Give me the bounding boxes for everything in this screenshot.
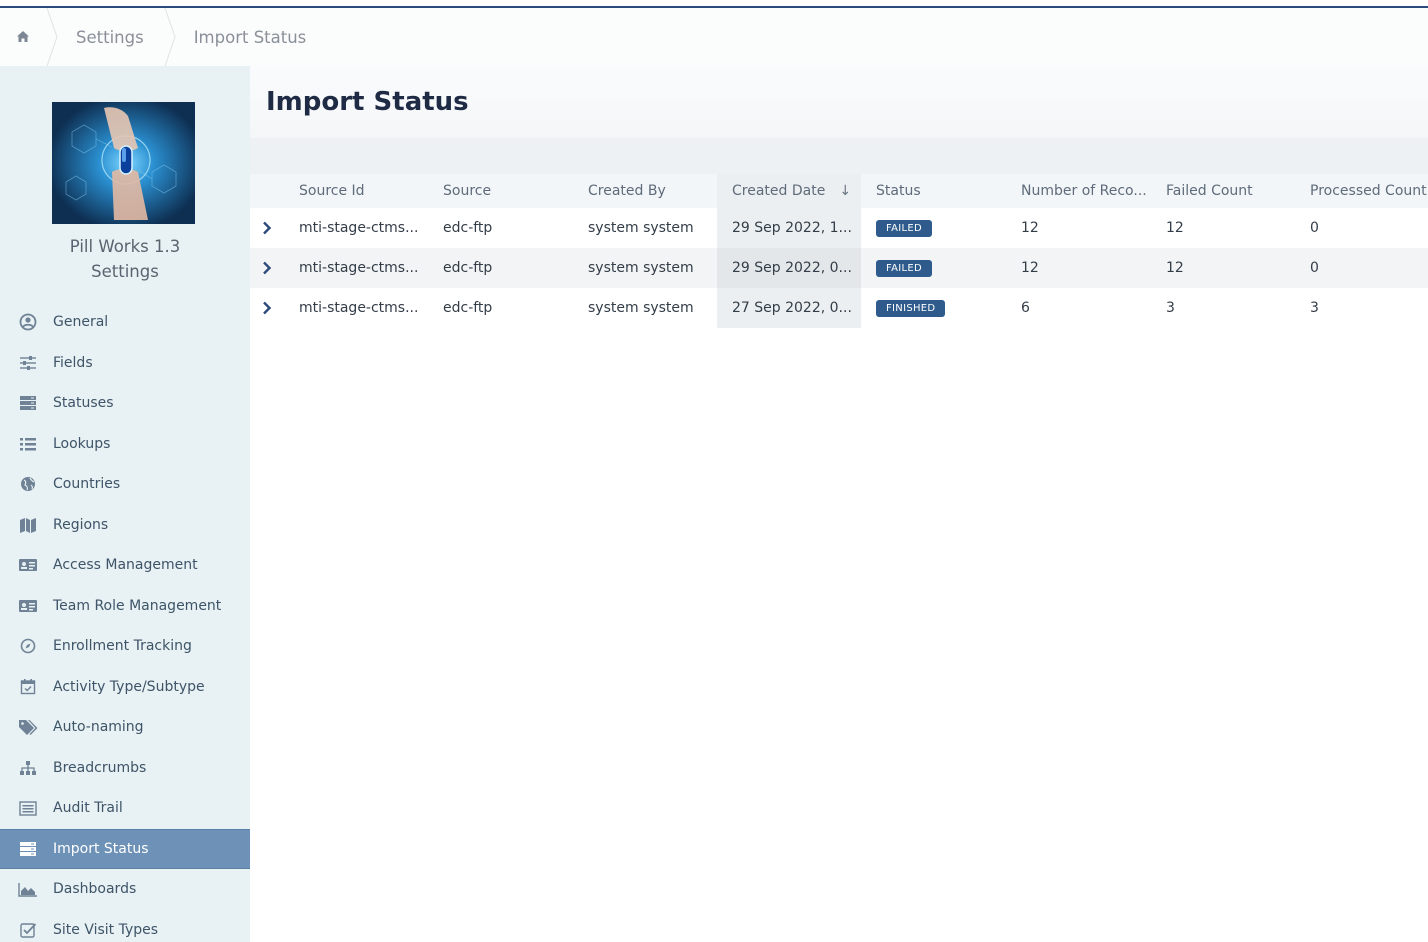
breadcrumb-item-settings[interactable]: Settings <box>58 8 164 66</box>
main-content: Import Status Source Id Source Created B… <box>250 66 1428 942</box>
sidebar-item-audit-trail[interactable]: Audit Trail <box>0 788 250 829</box>
cell-source: edc-ftp <box>443 300 493 316</box>
cell-source-id: mti-stage-ctms... <box>284 248 428 288</box>
cell-failed-count: 12 <box>1166 220 1184 236</box>
cell-source: edc-ftp <box>428 248 573 288</box>
sidebar-item-team-role-management[interactable]: Team Role Management <box>0 586 250 627</box>
import-status-table: Source Id Source Created By Created Date… <box>250 174 1428 328</box>
sidebar: Pill Works 1.3 Settings General Fields S… <box>0 66 250 942</box>
sort-descending-icon: ↓ <box>839 183 852 199</box>
server-icon <box>18 839 38 859</box>
id-card-icon <box>18 555 38 575</box>
breadcrumb: Settings Import Status <box>0 8 1428 66</box>
app-name: Pill Works 1.3 Settings <box>69 237 181 281</box>
app-logo <box>52 102 195 224</box>
sidebar-item-general[interactable]: General <box>0 302 250 343</box>
sidebar-item-lookups[interactable]: Lookups <box>0 424 250 465</box>
cell-processed-count: 0 <box>1295 248 1428 288</box>
sidebar-item-access-management[interactable]: Access Management <box>0 545 250 586</box>
server-icon <box>18 393 38 413</box>
page-header: Import Status <box>250 66 1428 138</box>
sidebar-item-dashboards[interactable]: Dashboards <box>0 869 250 910</box>
column-header-processed-count[interactable]: Processed Count <box>1295 174 1428 208</box>
sliders-icon <box>18 353 38 373</box>
cell-status: FAILED <box>861 208 1006 248</box>
home-icon <box>16 28 30 47</box>
list-alt-icon <box>18 798 38 818</box>
breadcrumb-separator <box>164 8 176 66</box>
cell-created-date: 29 Sep 2022, 0... <box>717 248 861 288</box>
chevron-right-icon[interactable] <box>257 258 277 278</box>
sidebar-item-auto-naming[interactable]: Auto-naming <box>0 707 250 748</box>
list-icon <box>18 434 38 454</box>
sidebar-item-breadcrumbs[interactable]: Breadcrumbs <box>0 748 250 789</box>
area-chart-icon <box>18 879 38 899</box>
breadcrumb-home[interactable] <box>0 8 46 66</box>
sidebar-item-regions[interactable]: Regions <box>0 505 250 546</box>
cell-created-by: system system <box>588 220 694 236</box>
sidebar-item-activity-type[interactable]: Activity Type/Subtype <box>0 667 250 708</box>
tags-icon <box>18 717 38 737</box>
table-header-row: Source Id Source Created By Created Date… <box>250 174 1428 208</box>
cell-processed-count: 0 <box>1310 220 1319 236</box>
cell-number-of-records: 12 <box>1021 220 1039 236</box>
check-square-icon <box>18 920 38 940</box>
user-circle-icon <box>18 312 38 332</box>
column-header-created-by[interactable]: Created By <box>573 174 717 208</box>
status-badge: FAILED <box>876 220 933 237</box>
sidebar-item-enrollment-tracking[interactable]: Enrollment Tracking <box>0 626 250 667</box>
chevron-right-icon[interactable] <box>257 298 277 318</box>
cell-created-date: 27 Sep 2022, 0... <box>717 288 861 328</box>
sitemap-icon <box>18 758 38 778</box>
compass-icon <box>18 636 38 656</box>
page-title: Import Status <box>266 87 469 117</box>
top-accent-bar <box>0 0 1428 8</box>
column-header-status[interactable]: Status <box>861 174 1006 208</box>
cell-number-of-records: 12 <box>1006 248 1151 288</box>
breadcrumb-item-import-status: Import Status <box>193 27 307 47</box>
expander-header <box>250 174 284 208</box>
id-card-icon <box>18 596 38 616</box>
cell-number-of-records: 6 <box>1021 300 1030 316</box>
sidebar-item-countries[interactable]: Countries <box>0 464 250 505</box>
map-icon <box>18 515 38 535</box>
table-row[interactable]: mti-stage-ctms... edc-ftp system system … <box>250 288 1428 328</box>
cell-source-id: mti-stage-ctms... <box>299 300 419 316</box>
cell-failed-count: 3 <box>1166 300 1175 316</box>
cell-status: FAILED <box>861 248 1006 288</box>
status-badge: FINISHED <box>876 300 946 317</box>
cell-status: FINISHED <box>861 288 1006 328</box>
grid-toolbar <box>250 138 1428 174</box>
settings-menu: General Fields Statuses Lookups Countrie… <box>0 302 250 942</box>
row-expander[interactable] <box>250 208 284 248</box>
sidebar-item-site-visit-types[interactable]: Site Visit Types <box>0 910 250 942</box>
breadcrumb-separator <box>46 8 58 66</box>
table-row[interactable]: mti-stage-ctms... edc-ftp system system … <box>250 208 1428 248</box>
column-header-failed-count[interactable]: Failed Count <box>1151 174 1295 208</box>
chevron-right-icon[interactable] <box>257 218 277 238</box>
cell-created-by: system system <box>573 248 717 288</box>
status-badge: FAILED <box>876 260 933 277</box>
sidebar-item-statuses[interactable]: Statuses <box>0 383 250 424</box>
table-row[interactable]: mti-stage-ctms... edc-ftp system system … <box>250 248 1428 288</box>
cell-created-by: system system <box>588 300 694 316</box>
sidebar-item-fields[interactable]: Fields <box>0 343 250 384</box>
row-expander[interactable] <box>250 288 284 328</box>
column-header-source[interactable]: Source <box>428 174 573 208</box>
row-expander[interactable] <box>250 248 284 288</box>
cell-processed-count: 3 <box>1310 300 1319 316</box>
sidebar-item-import-status[interactable]: Import Status <box>0 828 250 869</box>
cell-failed-count: 12 <box>1151 248 1295 288</box>
column-header-number-of-records[interactable]: Number of Reco... <box>1006 174 1151 208</box>
cell-created-date: 29 Sep 2022, 1... <box>717 208 861 248</box>
column-header-created-date[interactable]: Created Date ↓ <box>717 174 861 208</box>
globe-icon <box>18 474 38 494</box>
cell-source-id: mti-stage-ctms... <box>299 220 419 236</box>
calendar-check-icon <box>18 677 38 697</box>
cell-source: edc-ftp <box>443 220 493 236</box>
column-header-source-id[interactable]: Source Id <box>284 174 428 208</box>
